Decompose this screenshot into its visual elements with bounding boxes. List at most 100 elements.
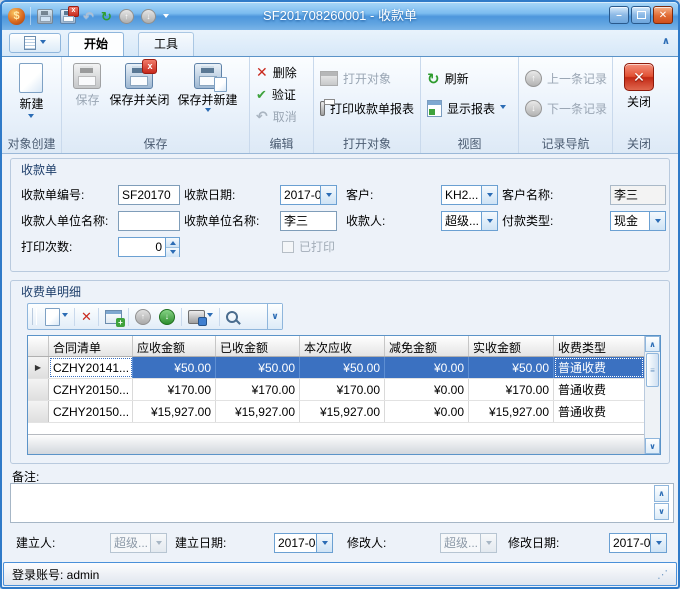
edit-detail-button[interactable] — [101, 306, 126, 327]
dropdown-button[interactable] — [316, 534, 332, 552]
dropdown-button[interactable] — [481, 212, 497, 230]
scroll-down-button[interactable]: ∨ — [645, 438, 660, 454]
money-bag-icon[interactable]: $ — [8, 8, 25, 25]
delete-button[interactable]: ✕ 删除 — [256, 62, 307, 83]
table-row[interactable]: CZHY20150... ¥15,927.00 ¥15,927.00 ¥15,9… — [28, 401, 644, 423]
table-cell[interactable]: ¥0.00 — [385, 379, 469, 400]
table-row[interactable]: ▶ CZHY20141... ¥50.00 ¥50.00 ¥50.00 ¥0.0… — [28, 357, 644, 379]
dropdown-button[interactable] — [649, 212, 665, 230]
scroll-up-button[interactable]: ∧ — [645, 336, 660, 352]
save-button[interactable]: 保存 — [70, 60, 104, 115]
created-date-picker[interactable]: 2017-08 — [274, 533, 333, 553]
table-cell[interactable]: ¥15,927.00 — [469, 401, 554, 422]
table-cell[interactable]: ¥15,927.00 — [300, 401, 385, 422]
save-and-close-button[interactable]: x 保存并关闭 — [106, 60, 172, 115]
receive-unit-field[interactable]: 李三 — [280, 211, 337, 231]
print-count-stepper[interactable]: 0 — [118, 237, 180, 257]
stepper-up-button[interactable] — [166, 238, 179, 247]
move-down-button[interactable]: ↓ — [155, 306, 179, 327]
preview-button[interactable] — [222, 306, 246, 327]
table-cell[interactable]: ¥15,927.00 — [133, 401, 216, 422]
table-cell[interactable]: ¥0.00 — [385, 401, 469, 422]
delete-detail-button[interactable]: ✕ — [77, 306, 96, 327]
open-object-button[interactable]: 打开对象 — [320, 68, 414, 89]
payee-select[interactable]: 超级... — [441, 211, 498, 231]
row-selector[interactable] — [28, 379, 49, 400]
new-button[interactable]: 新建 — [16, 60, 46, 121]
dropdown-button[interactable] — [481, 186, 497, 204]
column-header[interactable]: 收费类型 — [554, 336, 644, 356]
table-cell[interactable]: 普通收费 — [554, 401, 644, 422]
table-cell[interactable]: CZHY20150... — [49, 379, 133, 400]
customer-select[interactable]: KH2... — [441, 185, 498, 205]
table-cell[interactable]: ¥15,927.00 — [216, 401, 300, 422]
modified-date-picker[interactable]: 2017-0 — [609, 533, 667, 553]
table-cell[interactable]: CZHY20141... — [49, 357, 133, 378]
toolbar-overflow-button[interactable]: ∨ — [267, 304, 282, 329]
ribbon-collapse-icon[interactable]: ∧ — [662, 36, 670, 47]
table-cell[interactable]: ¥0.00 — [385, 357, 469, 378]
maximize-button[interactable] — [631, 6, 651, 24]
payer-unit-field[interactable] — [118, 211, 180, 231]
notes-field[interactable] — [10, 483, 674, 523]
toolbar-grip[interactable] — [32, 308, 37, 325]
row-selector[interactable] — [28, 401, 49, 422]
save-close-icon[interactable]: x — [60, 9, 76, 24]
undo-icon[interactable]: ↶ — [83, 10, 94, 23]
column-header[interactable]: 减免金额 — [385, 336, 469, 356]
verify-button[interactable]: ✔ 验证 — [256, 84, 307, 105]
move-up-button[interactable]: ↑ — [131, 306, 155, 327]
show-report-button[interactable]: 显示报表 — [427, 98, 512, 119]
refresh-button[interactable]: ↻ 刷新 — [427, 68, 512, 89]
created-by-select[interactable]: 超级... — [110, 533, 167, 553]
table-cell[interactable]: ¥170.00 — [216, 379, 300, 400]
resize-grip[interactable]: ⋰ — [657, 568, 668, 581]
app-menu-button[interactable] — [9, 33, 61, 53]
table-row[interactable]: CZHY20150... ¥170.00 ¥170.00 ¥170.00 ¥0.… — [28, 379, 644, 401]
close-button[interactable]: ✕ 关闭 — [621, 60, 657, 110]
column-header[interactable]: 应收金额 — [133, 336, 216, 356]
add-detail-button[interactable] — [41, 306, 72, 327]
table-cell[interactable]: ¥170.00 — [469, 379, 554, 400]
table-cell[interactable]: 普通收费 — [554, 379, 644, 400]
table-cell[interactable]: CZHY20150... — [49, 401, 133, 422]
tab-tools[interactable]: 工具 — [138, 32, 194, 56]
table-cell[interactable]: 普通收费 — [554, 357, 644, 378]
pay-type-select[interactable]: 现金 — [610, 211, 666, 231]
table-cell[interactable]: ¥50.00 — [469, 357, 554, 378]
scrollbar-track[interactable] — [645, 388, 660, 438]
previous-record-button[interactable]: ↑ 上一条记录 — [525, 68, 606, 89]
column-header[interactable]: 合同清单 — [49, 336, 133, 356]
receipt-date-picker[interactable]: 2017-0 — [280, 185, 337, 205]
modified-by-select[interactable]: 超级... — [440, 533, 497, 553]
export-button[interactable] — [184, 306, 217, 327]
row-selector[interactable]: ▶ — [28, 357, 49, 378]
stepper-down-button[interactable] — [166, 247, 179, 257]
close-window-button[interactable]: ✕ — [653, 6, 673, 24]
receipt-no-field[interactable]: SF20170 — [118, 185, 180, 205]
tab-start[interactable]: 开始 — [68, 32, 124, 56]
minimize-button[interactable]: – — [609, 6, 629, 24]
save-icon[interactable] — [37, 9, 53, 24]
scrollbar-thumb[interactable]: ≡ — [646, 353, 659, 387]
save-and-new-button[interactable]: 保存并新建 — [175, 60, 241, 115]
table-cell[interactable]: ¥170.00 — [300, 379, 385, 400]
next-record-button[interactable]: ↓ 下一条记录 — [525, 98, 606, 119]
column-header[interactable]: 已收金额 — [216, 336, 300, 356]
dropdown-button[interactable] — [650, 534, 666, 552]
table-cell[interactable]: ¥50.00 — [216, 357, 300, 378]
printed-checkbox[interactable] — [282, 241, 294, 253]
horizontal-scrollbar[interactable] — [28, 434, 644, 454]
cancel-button[interactable]: ↶ 取消 — [256, 106, 307, 127]
notes-scroll-down-button[interactable]: ∨ — [654, 503, 669, 520]
table-cell[interactable]: ¥50.00 — [300, 357, 385, 378]
column-header[interactable]: 实收金额 — [469, 336, 554, 356]
vertical-scrollbar[interactable]: ∧ ≡ ∨ — [644, 336, 660, 454]
table-cell[interactable]: ¥170.00 — [133, 379, 216, 400]
redo-icon[interactable]: ↻ — [101, 10, 112, 23]
dropdown-button[interactable] — [320, 186, 336, 204]
column-header[interactable]: 本次应收 — [300, 336, 385, 356]
print-receipt-report-button[interactable]: 打印收款单报表 — [320, 98, 414, 119]
table-cell[interactable]: ¥50.00 — [133, 357, 216, 378]
notes-scroll-up-button[interactable]: ∧ — [654, 485, 669, 502]
